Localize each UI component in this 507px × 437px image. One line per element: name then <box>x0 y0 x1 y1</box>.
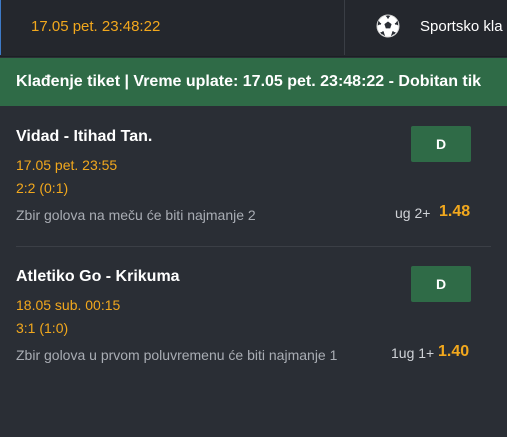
datetime-tab[interactable]: 17.05 pet. 23:48:22 <box>0 0 345 55</box>
bet-market: Zbir golova u prvom poluvremenu će biti … <box>16 347 338 363</box>
sport-betting-label: Sportsko kla <box>420 18 503 35</box>
current-datetime: 17.05 pet. 23:48:22 <box>31 18 161 35</box>
bet-market: Zbir golova na meču će biti najmanje 2 <box>16 207 256 223</box>
bet-odd: 1.40 <box>438 343 470 360</box>
ticket-banner: Klađenje tiket | Vreme uplate: 17.05 pet… <box>0 58 507 106</box>
status-badge-label: D <box>435 136 447 152</box>
status-badge: D <box>411 126 471 162</box>
bet-divider <box>16 246 491 247</box>
bet-pick: 1ug 1+ <box>391 345 435 361</box>
match-score: 3:1 (1:0) <box>16 320 69 336</box>
soccer-ball-icon <box>376 14 400 38</box>
top-bar: 17.05 pet. 23:48:22 Sportsko kla <box>0 0 507 57</box>
match-time: 17.05 pet. 23:55 <box>16 157 118 173</box>
bet-odd: 1.48 <box>439 203 471 220</box>
bet-item: Vidad - Itihad Tan. 17.05 pet. 23:55 2:2… <box>0 126 507 248</box>
match-time: 18.05 sub. 00:15 <box>16 297 121 313</box>
ticket-banner-text: Klađenje tiket | Vreme uplate: 17.05 pet… <box>16 73 482 90</box>
status-badge-label: D <box>435 276 447 292</box>
status-badge: D <box>411 266 471 302</box>
match-name: Vidad - Itihad Tan. <box>16 128 153 145</box>
bet-item: Atletiko Go - Krikuma 18.05 sub. 00:15 3… <box>0 266 507 388</box>
match-name: Atletiko Go - Krikuma <box>16 268 180 285</box>
match-score: 2:2 (0:1) <box>16 180 69 196</box>
bet-pick: ug 2+ <box>395 205 431 221</box>
sport-betting-tab[interactable]: Sportsko kla <box>346 0 507 55</box>
